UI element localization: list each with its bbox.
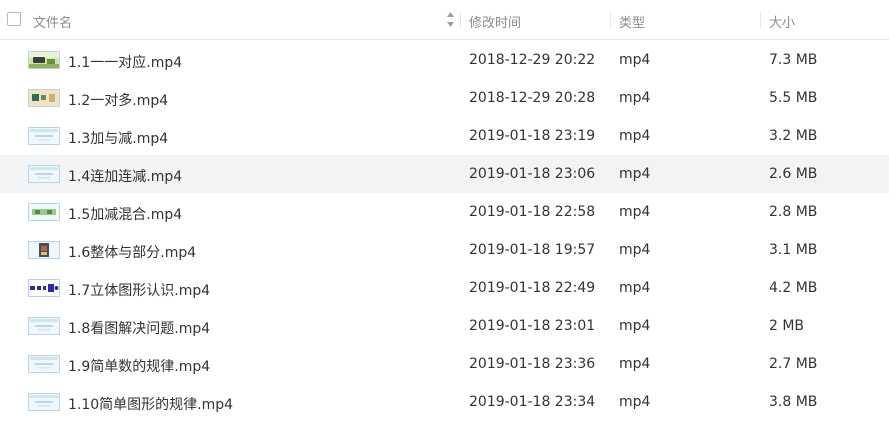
file-name[interactable]: 1.2一对多.mp4 — [68, 90, 168, 110]
file-type: mp4 — [619, 394, 651, 410]
video-thumbnail-icon — [28, 279, 60, 297]
file-name[interactable]: 1.1一一对应.mp4 — [68, 52, 182, 72]
file-list-header: 文件名 修改时间 类型 大小 — [0, 0, 889, 40]
file-size: 3.1 MB — [769, 242, 818, 258]
file-row[interactable]: 1.10简单图形的规律.mp4 2019-01-18 23:34 mp4 3.8 MB — [0, 383, 889, 421]
file-size: 2 MB — [769, 318, 805, 334]
column-divider[interactable] — [460, 11, 461, 29]
file-row[interactable]: 1.9简单数的规律.mp4 2019-01-18 23:36 mp4 2.7 MB — [0, 345, 889, 383]
file-row[interactable]: 1.5加减混合.mp4 2019-01-18 22:58 mp4 2.8 MB — [0, 193, 889, 231]
modified-time: 2019-01-18 22:49 — [469, 280, 596, 296]
file-name[interactable]: 1.3加与减.mp4 — [68, 128, 168, 148]
video-thumbnail-icon — [28, 393, 60, 411]
video-thumbnail-icon — [28, 89, 60, 107]
file-row[interactable]: 1.6整体与部分.mp4 2019-01-18 19:57 mp4 3.1 MB — [0, 231, 889, 269]
file-name[interactable]: 1.5加减混合.mp4 — [68, 204, 182, 224]
file-type: mp4 — [619, 52, 651, 68]
modified-time: 2019-01-18 19:57 — [469, 242, 596, 258]
column-header-name[interactable]: 文件名 — [33, 12, 72, 31]
file-name[interactable]: 1.10简单图形的规律.mp4 — [68, 394, 233, 414]
file-row[interactable]: 1.1一一对应.mp4 2018-12-29 20:22 mp4 7.3 MB — [0, 41, 889, 79]
file-name[interactable]: 1.9简单数的规律.mp4 — [68, 356, 210, 376]
sort-icon[interactable] — [446, 11, 455, 28]
modified-time: 2019-01-18 23:01 — [469, 318, 596, 334]
file-type: mp4 — [619, 128, 651, 144]
file-name[interactable]: 1.8看图解决问题.mp4 — [68, 318, 210, 338]
file-row[interactable]: 1.4连加连减.mp4 2019-01-18 23:06 mp4 2.6 MB — [0, 155, 889, 193]
modified-time: 2019-01-18 23:06 — [469, 166, 596, 182]
file-type: mp4 — [619, 166, 651, 182]
file-row[interactable]: 1.7立体图形认识.mp4 2019-01-18 22:49 mp4 4.2 MB — [0, 269, 889, 307]
select-all-checkbox[interactable] — [7, 12, 21, 26]
modified-time: 2019-01-18 23:34 — [469, 394, 596, 410]
modified-time: 2019-01-18 22:58 — [469, 204, 596, 220]
file-size: 5.5 MB — [769, 90, 818, 106]
file-size: 7.3 MB — [769, 52, 818, 68]
file-size: 3.2 MB — [769, 128, 818, 144]
column-divider[interactable] — [760, 11, 761, 29]
file-name[interactable]: 1.6整体与部分.mp4 — [68, 242, 196, 262]
file-row[interactable]: 1.3加与减.mp4 2019-01-18 23:19 mp4 3.2 MB — [0, 117, 889, 155]
modified-time: 2018-12-29 20:28 — [469, 90, 596, 106]
file-name[interactable]: 1.7立体图形认识.mp4 — [68, 280, 210, 300]
video-thumbnail-icon — [28, 127, 60, 145]
modified-time: 2018-12-29 20:22 — [469, 52, 596, 68]
modified-time: 2019-01-18 23:19 — [469, 128, 596, 144]
video-thumbnail-icon — [28, 355, 60, 373]
video-thumbnail-icon — [28, 241, 60, 259]
column-header-size[interactable]: 大小 — [769, 12, 795, 31]
modified-time: 2019-01-18 23:36 — [469, 356, 596, 372]
video-thumbnail-icon — [28, 317, 60, 335]
video-thumbnail-icon — [28, 51, 60, 69]
file-type: mp4 — [619, 242, 651, 258]
file-type: mp4 — [619, 318, 651, 334]
file-size: 4.2 MB — [769, 280, 818, 296]
video-thumbnail-icon — [28, 203, 60, 221]
video-thumbnail-icon — [28, 165, 60, 183]
column-header-type[interactable]: 类型 — [619, 12, 645, 31]
column-divider[interactable] — [610, 11, 611, 29]
column-header-time[interactable]: 修改时间 — [469, 12, 521, 31]
file-size: 2.8 MB — [769, 204, 818, 220]
file-size: 3.8 MB — [769, 394, 818, 410]
file-type: mp4 — [619, 356, 651, 372]
file-type: mp4 — [619, 204, 651, 220]
file-row[interactable]: 1.8看图解决问题.mp4 2019-01-18 23:01 mp4 2 MB — [0, 307, 889, 345]
file-size: 2.6 MB — [769, 166, 818, 182]
file-name[interactable]: 1.4连加连减.mp4 — [68, 166, 182, 186]
file-row[interactable]: 1.2一对多.mp4 2018-12-29 20:28 mp4 5.5 MB — [0, 79, 889, 117]
file-type: mp4 — [619, 90, 651, 106]
file-size: 2.7 MB — [769, 356, 818, 372]
file-type: mp4 — [619, 280, 651, 296]
